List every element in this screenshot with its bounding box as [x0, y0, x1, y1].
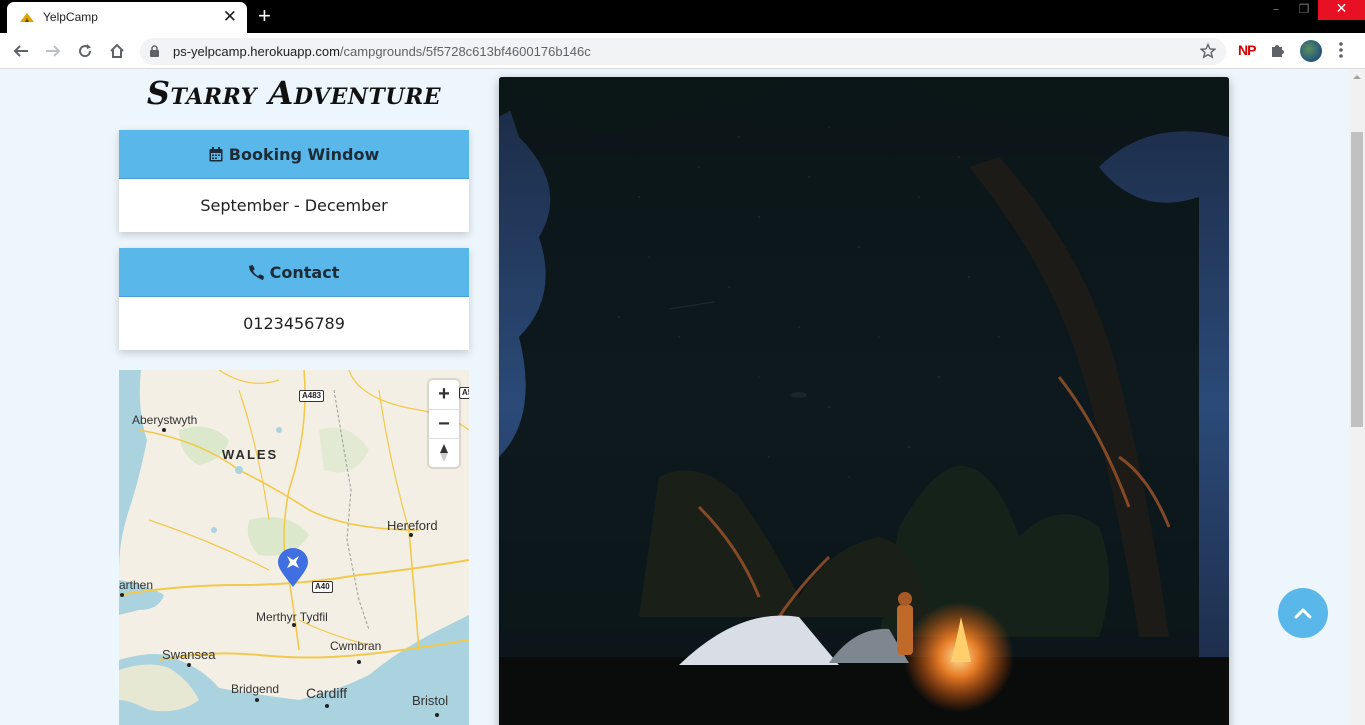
- window-minimize-button[interactable]: –: [1262, 0, 1290, 20]
- back-button[interactable]: [8, 38, 34, 64]
- map-label-wales: WALES: [222, 447, 279, 462]
- url-text: ps-yelpcamp.herokuapp.com/campgrounds/5f…: [173, 44, 591, 59]
- map-label-carmarthen: arthen: [119, 578, 154, 592]
- contact-phone-number: 0123456789: [243, 314, 345, 333]
- map-label-cwmbran: Cwmbran: [330, 639, 382, 653]
- browser-tab[interactable]: YelpCamp ✕: [7, 2, 247, 33]
- tab-close-icon[interactable]: ✕: [223, 7, 237, 27]
- forward-button[interactable]: [40, 38, 66, 64]
- map-pin-icon[interactable]: [277, 548, 309, 588]
- reload-icon: [79, 44, 92, 58]
- booking-window-header: Booking Window: [119, 130, 469, 179]
- profile-avatar[interactable]: [1300, 40, 1322, 62]
- map-controls: + −: [429, 380, 459, 467]
- contact-label: Contact: [269, 262, 340, 282]
- booking-window-value: September - December: [200, 196, 388, 215]
- campground-map[interactable]: Aberystwyth WALES Hereford arthen Merthy…: [119, 370, 469, 725]
- booking-window-label: Booking Window: [228, 144, 380, 164]
- night-sky-camp-image: [499, 77, 1229, 725]
- lock-icon: [150, 45, 159, 57]
- zoom-out-button[interactable]: −: [429, 409, 459, 438]
- map-label-cardiff: Cardiff: [306, 685, 347, 701]
- phone-icon: [248, 264, 264, 280]
- back-to-top-button[interactable]: [1278, 588, 1328, 638]
- new-tab-button[interactable]: +: [258, 2, 271, 30]
- campground-photo: [499, 77, 1229, 725]
- map-label-merthyr-tydfil: Merthyr Tydfil: [256, 610, 328, 624]
- campground-title: Starry Adventure: [146, 74, 442, 112]
- window-restore-button[interactable]: ❐: [1290, 0, 1318, 20]
- address-bar[interactable]: ps-yelpcamp.herokuapp.com/campgrounds/5f…: [140, 38, 1226, 65]
- home-icon: [110, 43, 124, 58]
- tent-favicon-icon: [20, 13, 34, 22]
- home-button[interactable]: [104, 38, 130, 64]
- browser-toolbar: ps-yelpcamp.herokuapp.com/campgrounds/5f…: [0, 33, 1365, 69]
- contact-header: Contact: [119, 248, 469, 297]
- compass-icon: [440, 444, 448, 462]
- reset-bearing-button[interactable]: [429, 438, 459, 467]
- np-extension-icon[interactable]: NP: [1238, 42, 1256, 58]
- road-badge-a40: A40: [312, 581, 333, 593]
- map-label-swansea: Swansea: [162, 647, 216, 662]
- map-label-bristol: Bristol: [412, 693, 449, 708]
- map-label-bridgend: Bridgend: [231, 682, 280, 696]
- bookmark-star-icon[interactable]: [1200, 43, 1216, 59]
- more-menu-icon[interactable]: [1338, 41, 1344, 59]
- reload-button[interactable]: [72, 38, 98, 64]
- url-path: /campgrounds/5f5728c613bf4600176b146c: [339, 44, 591, 59]
- browser-tab-bar: YelpCamp ✕ + – ❐ ✕: [0, 0, 1365, 33]
- road-badge-a483: A483: [299, 390, 325, 402]
- contact-card: Contact 0123456789: [119, 248, 469, 350]
- arrow-right-icon: [46, 45, 61, 57]
- zoom-in-button[interactable]: +: [429, 380, 459, 409]
- page-scrollbar[interactable]: [1349, 70, 1365, 725]
- map-label-aberystwyth: Aberystwyth: [132, 413, 198, 427]
- scroll-up-arrow[interactable]: [1353, 75, 1361, 79]
- window-close-button[interactable]: ✕: [1318, 0, 1365, 20]
- tab-title: YelpCamp: [43, 10, 98, 24]
- chevron-up-icon: [1294, 608, 1312, 619]
- map-label-hereford: Hereford: [387, 518, 438, 533]
- scrollbar-thumb[interactable]: [1351, 132, 1363, 427]
- extensions-puzzle-icon[interactable]: [1270, 42, 1286, 58]
- calendar-icon: [209, 146, 223, 161]
- road-badge-a5: A5: [459, 387, 469, 399]
- booking-window-card: Booking Window September - December: [119, 130, 469, 232]
- arrow-left-icon: [13, 45, 28, 57]
- page-viewport: Starry Adventure Booking Window Septembe…: [0, 70, 1349, 725]
- url-host: ps-yelpcamp.herokuapp.com: [173, 44, 340, 59]
